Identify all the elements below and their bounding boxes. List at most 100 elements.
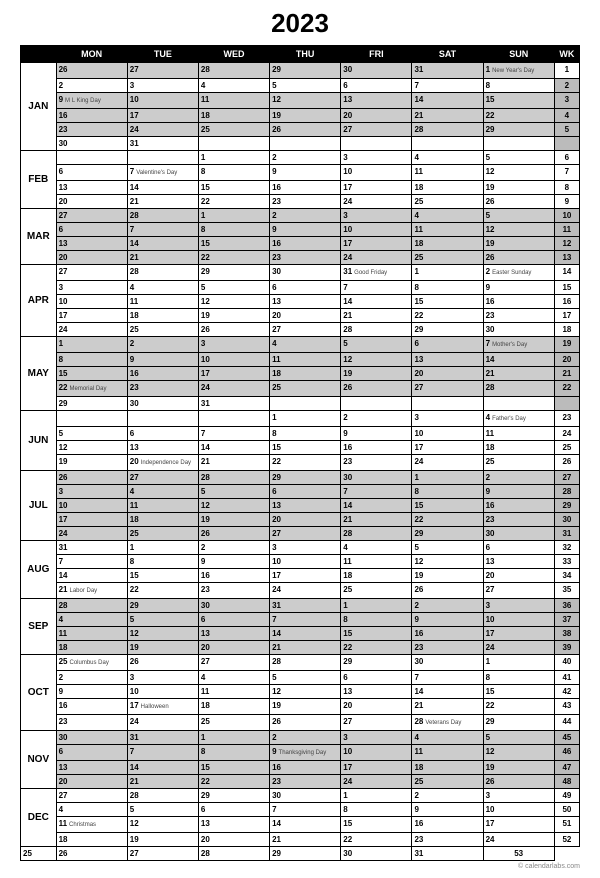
day-number: 8 <box>272 427 276 440</box>
day-cell: 23 <box>56 715 127 731</box>
day-cell: 30 <box>341 847 412 861</box>
day-cell: 7 <box>56 555 127 569</box>
day-cell: 10 <box>483 803 554 817</box>
day-number: 20 <box>272 513 281 526</box>
day-number: 23 <box>414 833 423 846</box>
week-number: 43 <box>554 699 579 715</box>
day-cell <box>270 397 341 411</box>
day-number: 27 <box>343 123 352 136</box>
day-number: 7 <box>272 613 276 626</box>
day-number: 8 <box>201 165 205 178</box>
day-number: 3 <box>59 281 63 294</box>
day-number: 2 <box>343 411 347 424</box>
day-number: 29 <box>272 471 281 484</box>
day-number: 17 <box>486 817 495 830</box>
weekday-header: WK <box>554 46 579 63</box>
day-cell: 1 <box>127 541 198 555</box>
day-number: 30 <box>486 323 495 336</box>
month-label: JAN <box>21 63 57 151</box>
day-cell: 28 <box>341 323 412 337</box>
day-number: 15 <box>414 499 423 512</box>
day-number: 8 <box>486 671 490 684</box>
week-number: 11 <box>554 223 579 237</box>
day-cell: 12 <box>412 555 483 569</box>
day-number: 16 <box>59 699 68 712</box>
week-number: 2 <box>554 79 579 93</box>
day-cell: 25 <box>483 455 554 471</box>
day-number: 31 <box>414 847 423 860</box>
day-number: 22 <box>343 833 352 846</box>
day-number: 25 <box>486 455 495 468</box>
day-cell: 30 <box>270 789 341 803</box>
day-number: 14 <box>130 181 139 194</box>
week-number: 50 <box>554 803 579 817</box>
week-number <box>554 397 579 411</box>
day-number: 24 <box>486 641 495 654</box>
day-cell: 13 <box>341 685 412 699</box>
day-cell: 20 <box>270 513 341 527</box>
day-cell: 31 <box>127 137 198 151</box>
day-number: 14 <box>486 353 495 366</box>
week-number: 22 <box>554 381 579 397</box>
day-number: 26 <box>486 195 495 208</box>
day-number: 7 <box>414 79 418 92</box>
day-number: 24 <box>130 715 139 728</box>
day-cell: 11 <box>412 223 483 237</box>
day-cell: 13 <box>198 817 269 833</box>
day-cell: 28 <box>198 63 269 79</box>
day-number: 3 <box>130 671 134 684</box>
day-number: 22 <box>201 195 210 208</box>
day-number: 24 <box>59 323 68 336</box>
day-number: 7 <box>130 745 134 758</box>
day-cell: 28 <box>127 265 198 281</box>
day-number: 15 <box>343 817 352 830</box>
day-cell: 18 <box>412 237 483 251</box>
day-number: 14 <box>343 499 352 512</box>
day-cell: 21 <box>127 195 198 209</box>
day-cell: 1 <box>341 599 412 613</box>
day-number: 25 <box>23 847 32 860</box>
day-cell: 30 <box>483 527 554 541</box>
day-cell: 15 <box>341 817 412 833</box>
day-cell: 15 <box>127 569 198 583</box>
day-number: 1 <box>486 655 490 668</box>
day-number: 8 <box>343 803 347 816</box>
event-label: M L King Day <box>65 98 101 104</box>
day-cell: 9 <box>341 427 412 441</box>
day-cell: 28 <box>198 847 269 861</box>
day-number: 10 <box>59 499 68 512</box>
day-number: 13 <box>59 181 68 194</box>
day-cell: 2 <box>56 671 127 685</box>
day-number: 4 <box>414 151 418 164</box>
day-number: 16 <box>272 761 281 774</box>
day-number: 7 <box>486 337 490 350</box>
day-number: 11 <box>414 165 422 178</box>
week-number: 17 <box>554 309 579 323</box>
day-number: 29 <box>272 847 281 860</box>
day-cell: 14 <box>412 685 483 699</box>
day-number: 15 <box>201 237 210 250</box>
day-cell: 23 <box>483 309 554 323</box>
day-number: 24 <box>59 527 68 540</box>
day-cell: 2Easter Sunday <box>483 265 554 281</box>
day-cell: 7 <box>412 671 483 685</box>
day-cell: 6 <box>56 745 127 761</box>
day-cell: 28 <box>270 655 341 671</box>
day-number: 30 <box>414 655 423 668</box>
day-number: 29 <box>414 527 423 540</box>
day-cell: 29 <box>412 323 483 337</box>
day-number: 22 <box>343 641 352 654</box>
day-cell: 7 <box>341 485 412 499</box>
day-number: 19 <box>486 237 495 250</box>
day-number: 11 <box>130 295 138 308</box>
day-cell: 17 <box>412 441 483 455</box>
day-cell: 20 <box>56 195 127 209</box>
week-number: 15 <box>554 281 579 295</box>
day-cell: 26 <box>483 195 554 209</box>
day-cell: 5 <box>127 803 198 817</box>
day-number: 30 <box>59 137 68 150</box>
day-number: 16 <box>414 817 423 830</box>
day-cell: 20 <box>341 699 412 715</box>
day-cell: 14 <box>198 441 269 455</box>
day-cell: 22 <box>198 775 269 789</box>
